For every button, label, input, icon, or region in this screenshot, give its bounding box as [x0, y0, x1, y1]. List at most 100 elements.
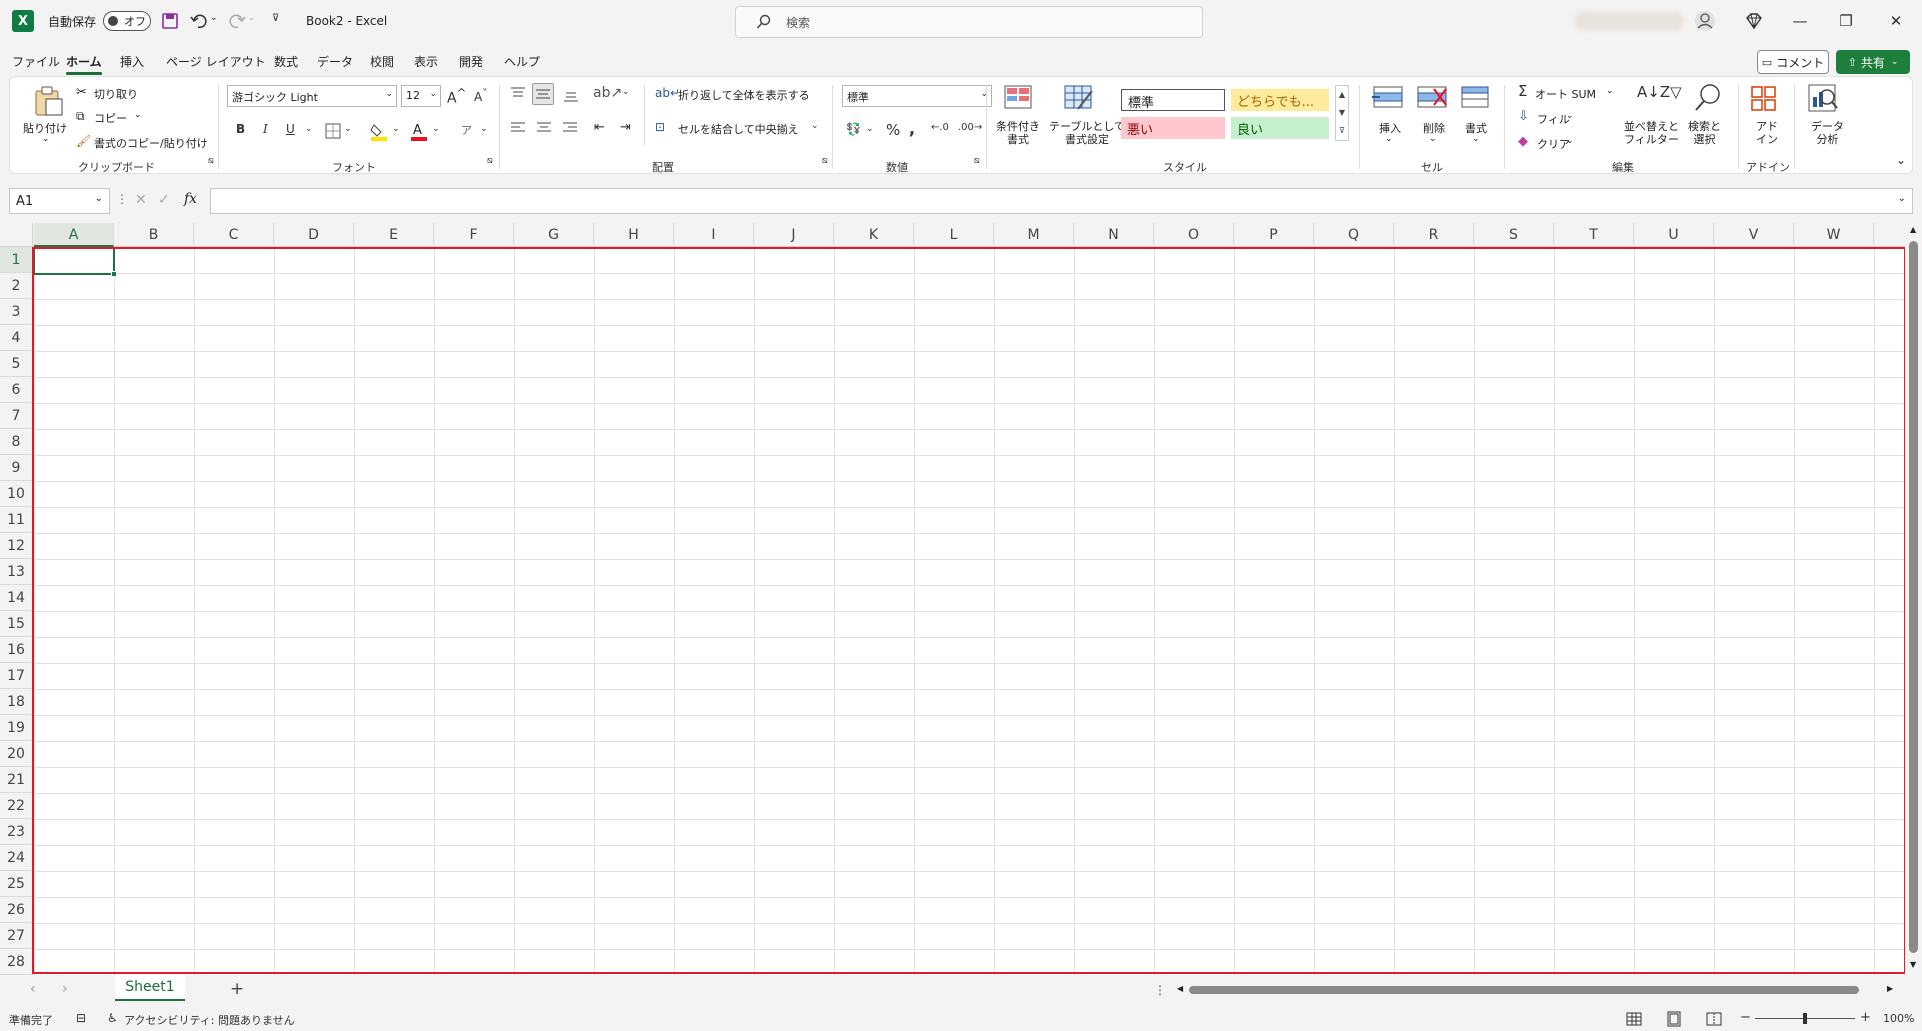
column-header[interactable]: D — [274, 223, 354, 247]
decrease-decimal-icon[interactable]: .00→ — [958, 122, 982, 133]
addins-label[interactable]: アド イン — [1756, 120, 1778, 146]
clipboard-launcher-icon[interactable]: ⧅ — [208, 156, 214, 166]
increase-indent-icon[interactable]: ⇥ — [620, 120, 631, 135]
select-all-corner[interactable] — [0, 223, 33, 247]
cut-label[interactable]: 切り取り — [94, 86, 138, 102]
row-header[interactable]: 13 — [0, 559, 32, 585]
clear-icon[interactable]: ◆ — [1518, 134, 1528, 149]
autosave-toggle[interactable]: オフ — [103, 11, 151, 31]
column-header[interactable]: M — [994, 223, 1074, 247]
data-analysis-icon[interactable] — [1807, 83, 1839, 113]
row-header[interactable]: 6 — [0, 377, 32, 403]
format-dropdown-icon[interactable]: ⌄ — [1472, 134, 1480, 144]
fill-dropdown-icon[interactable]: ⌄ — [1566, 111, 1574, 121]
column-header[interactable]: Q — [1314, 223, 1394, 247]
number-format-dropdown[interactable]: 標準 ⌄ — [842, 85, 992, 107]
row-header[interactable]: 15 — [0, 611, 32, 637]
fill-color-icon[interactable] — [370, 121, 388, 141]
column-header[interactable]: B — [114, 223, 194, 247]
scroll-left-icon[interactable]: ◀ — [1177, 984, 1183, 993]
row-header[interactable]: 9 — [0, 455, 32, 481]
row-header[interactable]: 5 — [0, 351, 32, 377]
row-header[interactable]: 19 — [0, 715, 32, 741]
row-header[interactable]: 11 — [0, 507, 32, 533]
fill-icon[interactable]: ⇩ — [1518, 109, 1529, 124]
font-color-dropdown-icon[interactable]: ⌄ — [432, 124, 440, 134]
merge-center-icon[interactable]: ⊡ — [655, 120, 665, 134]
column-header[interactable]: I — [674, 223, 754, 247]
row-header[interactable]: 7 — [0, 403, 32, 429]
row-header[interactable]: 26 — [0, 897, 32, 923]
autosum-icon[interactable]: Σ — [1518, 82, 1527, 100]
column-header[interactable]: V — [1714, 223, 1794, 247]
zoom-level[interactable]: 100% — [1883, 1012, 1914, 1025]
quick-access-customize-icon[interactable]: ⊽ — [272, 13, 279, 24]
redo-icon[interactable] — [228, 12, 246, 30]
row-header[interactable]: 24 — [0, 845, 32, 871]
redo-dropdown-icon[interactable]: ⌄ — [248, 13, 256, 23]
paste-icon[interactable] — [32, 85, 66, 117]
format-painter-label[interactable]: 書式のコピー/貼り付け — [94, 135, 208, 151]
fill-color-dropdown-icon[interactable]: ⌄ — [392, 124, 400, 134]
conditional-formatting-label[interactable]: 条件付き 書式 — [996, 120, 1040, 146]
copy-dropdown-icon[interactable]: ⌄ — [134, 110, 142, 120]
shrink-font-icon[interactable]: A˅ — [474, 88, 487, 104]
alignment-launcher-icon[interactable]: ⧅ — [822, 156, 828, 166]
align-left-icon[interactable] — [510, 121, 526, 135]
number-launcher-icon[interactable]: ⧅ — [974, 156, 980, 166]
orientation-icon[interactable]: ab↗ — [593, 85, 622, 101]
column-header[interactable]: E — [354, 223, 434, 247]
zoom-slider-thumb[interactable] — [1803, 1013, 1807, 1024]
save-icon[interactable] — [161, 12, 179, 30]
row-header[interactable]: 23 — [0, 819, 32, 845]
wrap-text-label[interactable]: 折り返して全体を表示する — [678, 87, 810, 103]
row-header[interactable]: 17 — [0, 663, 32, 689]
column-header[interactable]: N — [1074, 223, 1154, 247]
align-middle-button[interactable] — [532, 83, 554, 105]
tab-formulas[interactable]: 数式 — [274, 53, 298, 70]
column-header[interactable]: U — [1634, 223, 1714, 247]
tab-home[interactable]: ホーム — [66, 53, 102, 70]
font-color-icon[interactable]: A — [410, 121, 428, 141]
column-header[interactable]: S — [1474, 223, 1554, 247]
row-header[interactable]: 21 — [0, 767, 32, 793]
chevron-down-icon[interactable]: ⌄ — [95, 193, 103, 204]
column-header[interactable]: L — [914, 223, 994, 247]
underline-button[interactable]: U — [286, 122, 295, 136]
page-layout-view-icon[interactable] — [1666, 1011, 1682, 1027]
row-header[interactable]: 2 — [0, 273, 32, 299]
vertical-scroll-thumb[interactable] — [1909, 241, 1918, 953]
tab-developer[interactable]: 開発 — [459, 53, 483, 70]
tab-review[interactable]: 校閲 — [370, 53, 394, 70]
cancel-entry-icon[interactable]: ✕ — [135, 192, 147, 208]
minimize-icon[interactable]: — — [1777, 0, 1823, 42]
scroll-down-icon[interactable]: ▼ — [1336, 104, 1348, 122]
row-header[interactable]: 20 — [0, 741, 32, 767]
percent-icon[interactable]: % — [886, 121, 900, 139]
row-header[interactable]: 27 — [0, 923, 32, 949]
sheet-tab-sheet1[interactable]: Sheet1 — [115, 975, 185, 1001]
style-bad[interactable]: 悪い — [1121, 117, 1225, 139]
undo-dropdown-icon[interactable]: ⌄ — [210, 13, 218, 23]
conditional-formatting-icon[interactable] — [1004, 85, 1034, 111]
sort-filter-icon[interactable]: A↓Z▽ — [1637, 83, 1682, 101]
column-header[interactable]: H — [594, 223, 674, 247]
formula-input[interactable]: ⌄ — [210, 188, 1913, 214]
close-icon[interactable]: ✕ — [1873, 0, 1919, 42]
increase-decimal-icon[interactable]: ←.0 — [931, 122, 949, 133]
tab-data[interactable]: データ — [317, 53, 353, 70]
font-launcher-icon[interactable]: ⧅ — [487, 156, 493, 166]
row-header[interactable]: 22 — [0, 793, 32, 819]
format-cells-icon[interactable] — [1460, 85, 1490, 109]
ribbon-collapse-icon[interactable]: ⌄ — [1896, 153, 1906, 167]
zoom-out-icon[interactable]: − — [1740, 1010, 1751, 1025]
macro-record-icon[interactable]: ⊟ — [76, 1011, 86, 1025]
horizontal-scrollbar[interactable]: ◀ ▶ — [1175, 984, 1900, 996]
search-box[interactable]: 検索 — [735, 6, 1203, 38]
orientation-dropdown-icon[interactable]: ⌄ — [622, 87, 630, 97]
row-header[interactable]: 8 — [0, 429, 32, 455]
row-header[interactable]: 12 — [0, 533, 32, 559]
align-center-icon[interactable] — [536, 121, 552, 135]
insert-function-icon[interactable]: fx — [184, 191, 197, 207]
format-as-table-icon[interactable] — [1064, 85, 1094, 111]
